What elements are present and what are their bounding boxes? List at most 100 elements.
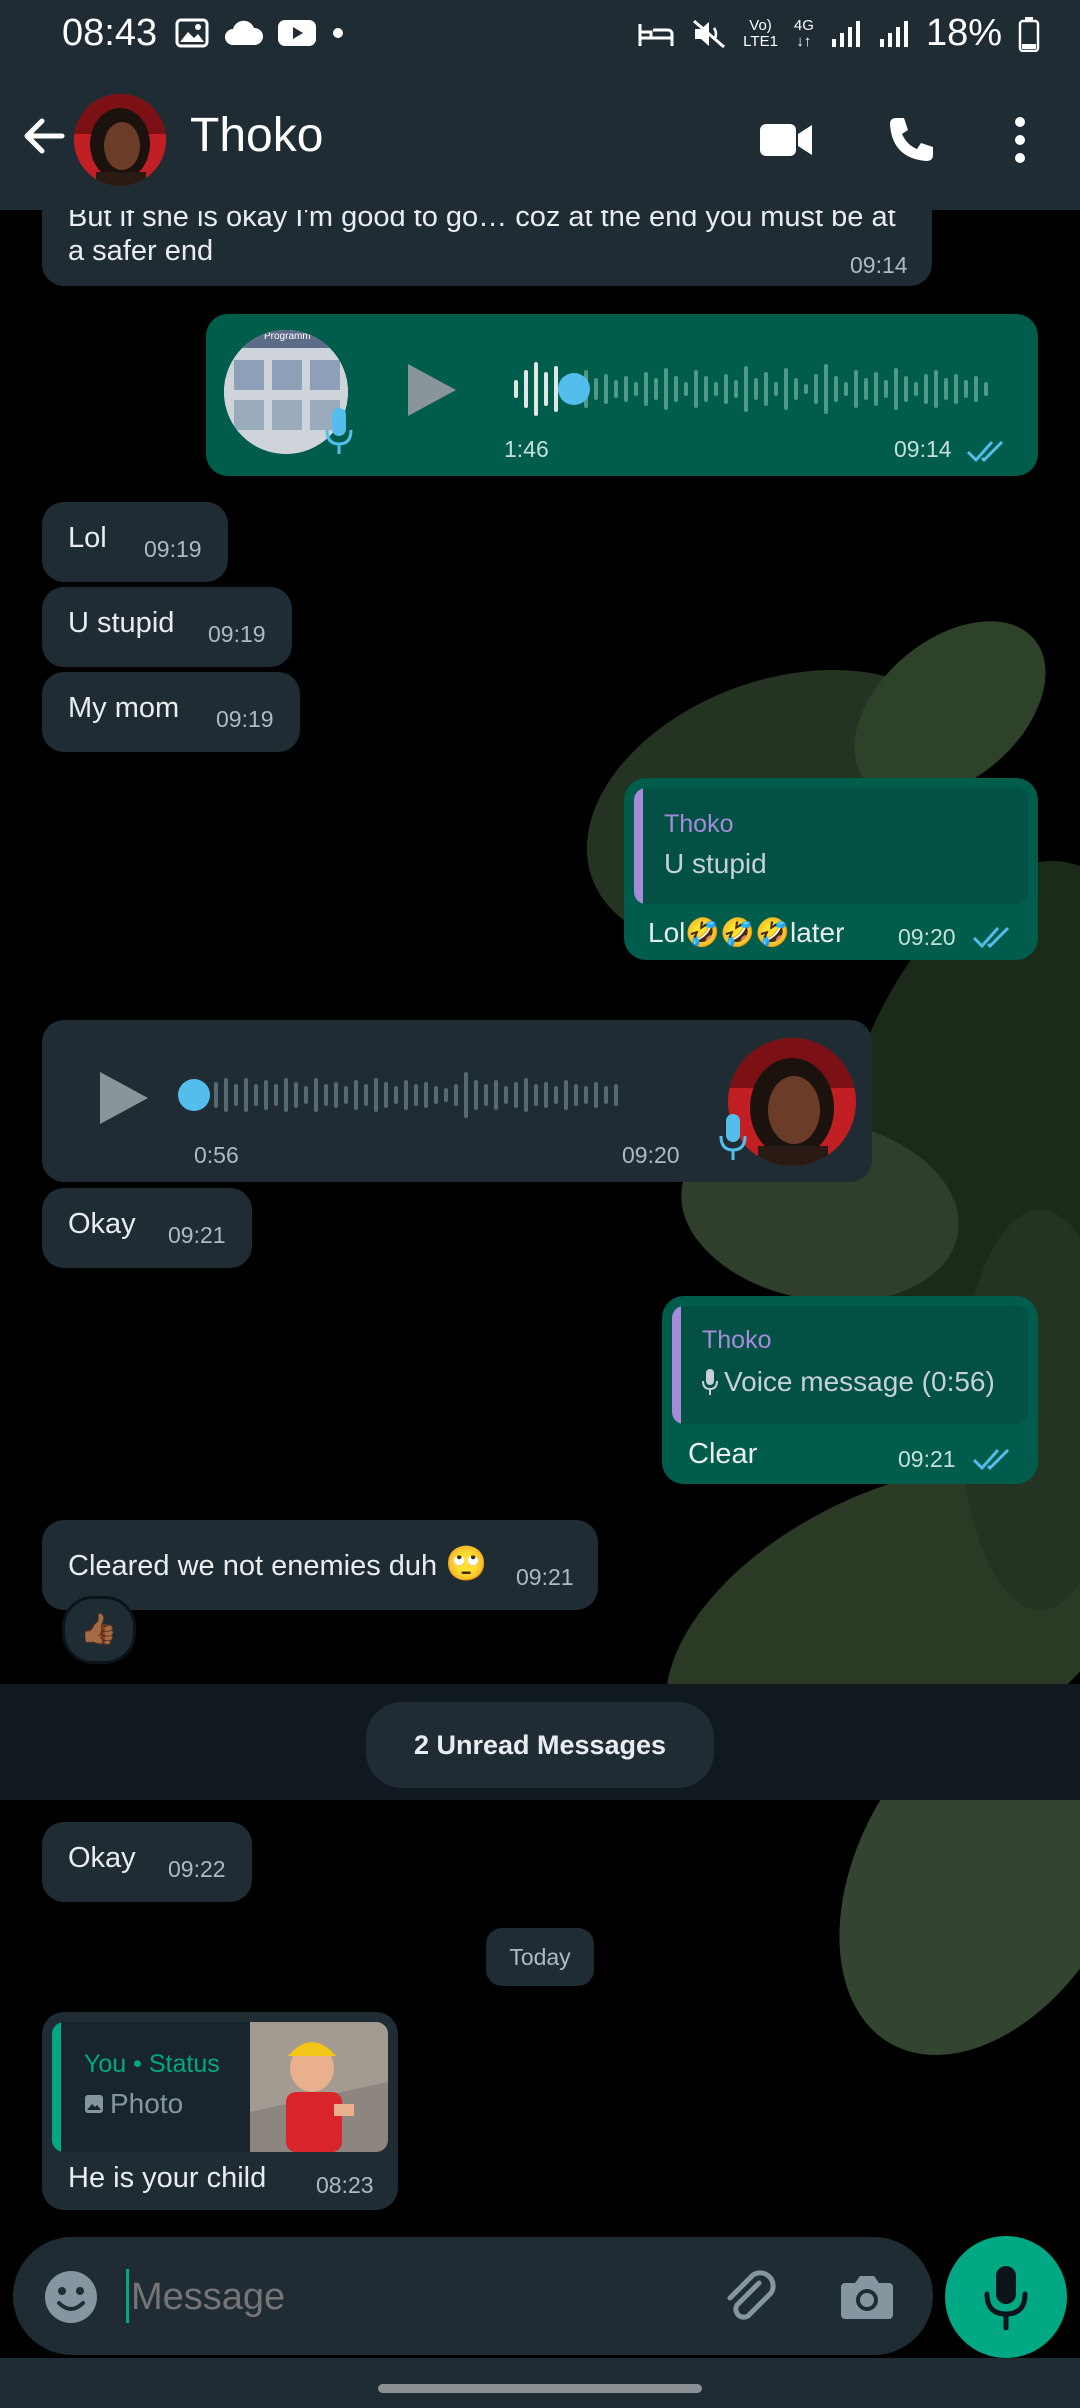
voice-message-outgoing[interactable]: Programm 1:46 09:14 — [206, 314, 1038, 476]
contact-avatar[interactable] — [74, 94, 166, 186]
message-incoming-status-reply[interactable]: You • Status Photo He is your child 08:2… — [42, 2012, 398, 2210]
message-time: 09:21 — [516, 1564, 574, 1590]
chat-area[interactable]: But if she is okay I'm good to go… coz a… — [0, 210, 1080, 2235]
gallery-icon — [175, 18, 209, 48]
voice-record-button[interactable] — [945, 2236, 1067, 2358]
read-ticks-icon — [966, 440, 1004, 463]
message-incoming[interactable]: Cleared we not enemies duh 🙄 09:21 — [42, 1520, 598, 1610]
quote-author: Thoko — [664, 810, 734, 838]
system-nav-bar — [0, 2358, 1080, 2408]
quote-text: U stupid — [664, 848, 767, 879]
waveform[interactable] — [172, 1060, 732, 1130]
message-text: But if she is okay I'm good to go… coz a… — [68, 210, 896, 267]
message-incoming[interactable]: But if she is okay I'm good to go… coz a… — [42, 210, 932, 286]
battery-percent: 18% — [925, 12, 1002, 54]
message-text: Lol🤣🤣🤣later — [648, 916, 844, 949]
quote-text: Voice message (0:56) — [724, 1366, 995, 1397]
phone-icon[interactable] — [886, 114, 936, 164]
message-input[interactable] — [129, 2259, 693, 2335]
status-bar: 08:43 Vo) LTE1 4G ↓↑ 18% — [0, 0, 1080, 72]
bed-icon — [638, 23, 674, 46]
message-text: Lol — [68, 522, 107, 554]
quote-text: Photo — [110, 2088, 184, 2119]
mute-icon — [693, 19, 726, 48]
lte-label: LTE1 — [743, 32, 778, 50]
battery-icon — [1018, 16, 1040, 52]
video-call-icon[interactable] — [758, 120, 814, 160]
message-time: 09:19 — [216, 706, 274, 732]
message-incoming[interactable]: Okay 09:22 — [42, 1822, 252, 1902]
contact-name[interactable]: Thoko — [190, 108, 323, 163]
waveform[interactable] — [512, 354, 1002, 424]
photo-icon — [85, 2095, 103, 2113]
playhead — [178, 1079, 210, 1111]
message-text: U stupid — [68, 607, 175, 639]
status-left-icons — [175, 18, 345, 48]
quote-author-name: You — [84, 2050, 127, 2078]
message-text: Cleared we not enemies duh 🙄 — [68, 1544, 488, 1584]
quote-bar — [634, 788, 643, 904]
message-time: 09:21 — [168, 1222, 226, 1248]
message-time: 09:14 — [850, 252, 908, 278]
date-chip: Today — [486, 1928, 594, 1986]
message-text-b: later — [789, 917, 845, 948]
message-outgoing-reply[interactable]: Thoko U stupid Lol🤣🤣🤣later 09:20 — [624, 778, 1038, 960]
thumbnail-caption: Programm — [264, 331, 311, 342]
youtube-icon — [278, 20, 316, 46]
quoted-status[interactable]: You • Status Photo — [52, 2022, 388, 2152]
emoji-icon[interactable] — [43, 2269, 99, 2325]
camera-icon[interactable] — [839, 2271, 895, 2321]
home-gesture-bar[interactable] — [378, 2384, 702, 2393]
quote-dot: • — [133, 2050, 142, 2078]
quote-bar — [52, 2022, 61, 2152]
quoted-message[interactable]: Thoko U stupid — [634, 788, 1028, 904]
unread-divider: 2 Unread Messages — [0, 1684, 1080, 1800]
network-type: 4G ↓↑ — [793, 16, 814, 50]
chat-header: Thoko — [0, 72, 1080, 210]
message-incoming[interactable]: Okay 09:21 — [42, 1188, 252, 1268]
volte-label: Vo) — [749, 16, 772, 34]
message-time: 09:14 — [894, 436, 952, 462]
more-vert-icon[interactable] — [1010, 116, 1030, 164]
message-incoming[interactable]: U stupid 09:19 — [42, 587, 292, 667]
voice-message-incoming[interactable]: 0:56 09:20 — [42, 1020, 872, 1182]
signal-icon-2 — [879, 20, 908, 47]
message-incoming[interactable]: Lol 09:19 — [42, 502, 228, 582]
message-text-a: Lol — [648, 917, 686, 948]
message-outgoing-reply[interactable]: Thoko Voice message (0:56) Clear 09:21 — [662, 1296, 1038, 1484]
message-text: Okay — [68, 1842, 136, 1874]
message-time: 09:22 — [168, 1856, 226, 1882]
message-text: Clear — [688, 1438, 758, 1470]
status-right: Vo) LTE1 4G ↓↑ 18% — [637, 12, 1040, 55]
quote-bar — [672, 1306, 681, 1424]
message-incoming[interactable]: My mom 09:19 — [42, 672, 300, 752]
read-ticks-icon — [972, 1448, 1010, 1471]
network-type-label: 4G — [793, 16, 814, 34]
quote-author: Thoko — [702, 1326, 772, 1354]
quote-source: Status — [148, 2050, 220, 2078]
message-time: 09:20 — [622, 1142, 680, 1168]
attach-icon[interactable] — [721, 2267, 781, 2327]
quoted-message[interactable]: Thoko Voice message (0:56) — [672, 1306, 1028, 1424]
back-arrow-icon[interactable] — [20, 112, 68, 160]
voice-duration: 0:56 — [194, 1142, 239, 1168]
mic-icon — [719, 1114, 747, 1160]
volte-indicator: Vo) LTE1 — [743, 16, 778, 50]
mic-small-icon — [702, 1369, 718, 1395]
reaction-badge[interactable]: 👍🏾 — [62, 1596, 136, 1664]
mic-icon — [325, 408, 353, 454]
cloud-icon — [225, 20, 263, 45]
message-time: 09:19 — [144, 536, 202, 562]
message-composer — [13, 2237, 933, 2355]
quote-author: You • Status — [84, 2050, 220, 2079]
mic-icon — [984, 2266, 1028, 2330]
play-icon[interactable] — [98, 1070, 150, 1126]
status-time: 08:43 — [62, 12, 158, 54]
message-text: My mom — [68, 692, 180, 724]
play-icon[interactable] — [406, 362, 458, 418]
dot-icon — [333, 28, 343, 38]
playhead — [558, 373, 590, 405]
status-thumbnail — [250, 2022, 388, 2152]
message-emoji: 🤣🤣🤣 — [685, 917, 790, 948]
message-text: He is your child — [68, 2162, 267, 2194]
